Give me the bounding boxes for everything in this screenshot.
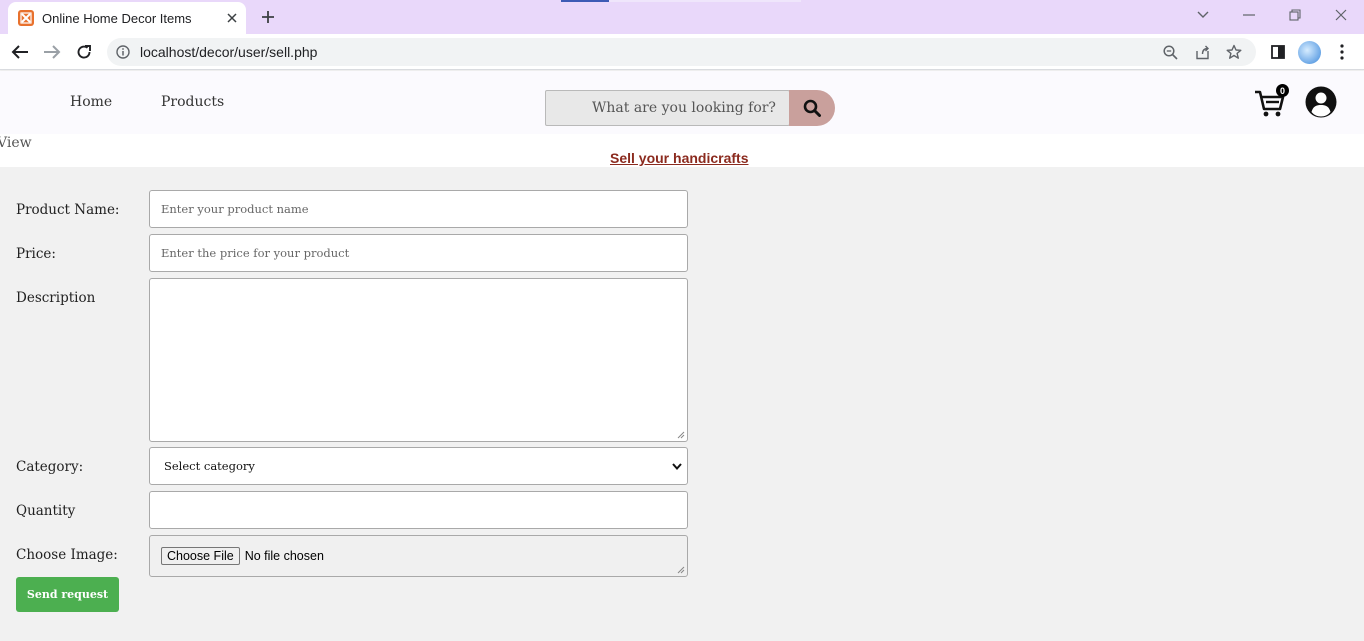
address-bar[interactable]: localhost/decor/user/sell.php — [107, 38, 1256, 66]
price-input[interactable]: Enter the price for your product — [149, 234, 688, 272]
search-input[interactable]: What are you looking for? — [545, 90, 790, 126]
new-tab-plus-icon[interactable] — [257, 6, 279, 28]
zoom-icon[interactable] — [1160, 42, 1180, 62]
close-tab-icon[interactable] — [224, 10, 240, 26]
tab-search-chevron-icon[interactable] — [1192, 4, 1214, 26]
browser-tab[interactable]: Online Home Decor Items — [8, 2, 246, 34]
tab-title: Online Home Decor Items — [42, 10, 192, 26]
product-name-label: Product Name: — [16, 202, 120, 218]
browser-toolbar: localhost/decor/user/sell.php — [0, 34, 1364, 70]
bookmark-star-icon[interactable] — [1224, 42, 1244, 62]
resize-grip-icon[interactable] — [677, 566, 685, 574]
search-button[interactable] — [789, 90, 835, 126]
profile-avatar-icon[interactable] — [1298, 41, 1321, 64]
share-icon[interactable] — [1192, 42, 1212, 62]
file-status-text: No file chosen — [244, 549, 324, 563]
site-navbar: Home Products What are you looking for? — [0, 71, 1364, 134]
image-file-input: Choose File No file chosen — [149, 535, 688, 577]
chevron-down-icon — [672, 463, 682, 471]
category-selected-value: Select category — [164, 459, 255, 473]
product-name-input[interactable]: Enter your product name — [149, 190, 688, 228]
category-label: Category: — [16, 459, 84, 475]
restore-icon[interactable] — [1284, 4, 1306, 26]
sell-handicrafts-link[interactable]: Sell your handicrafts — [610, 150, 748, 166]
resize-grip-icon[interactable] — [677, 431, 685, 439]
choose-image-label: Choose Image: — [16, 547, 118, 563]
browser-tab-strip: Online Home Decor Items — [0, 0, 1364, 34]
quantity-label: Quantity — [16, 503, 76, 519]
cart-count-badge: 0 — [1276, 84, 1289, 97]
category-select[interactable]: Select category — [149, 447, 688, 485]
xampp-favicon-icon — [18, 10, 34, 26]
send-request-button[interactable]: Send request — [16, 577, 119, 612]
price-label: Price: — [16, 246, 56, 262]
nav-link-products[interactable]: Products — [161, 94, 224, 110]
site-info-icon[interactable] — [115, 44, 131, 60]
tab-strip-accent — [561, 0, 609, 2]
forward-arrow-icon[interactable] — [40, 40, 64, 64]
reload-icon[interactable] — [72, 40, 96, 64]
search-icon — [803, 99, 821, 117]
side-panel-icon[interactable] — [1266, 40, 1290, 64]
user-account-icon[interactable] — [1305, 86, 1337, 118]
minimize-icon[interactable] — [1238, 4, 1260, 26]
tab-strip-accent-light — [609, 0, 801, 2]
description-label: Description — [16, 290, 96, 306]
url-text: localhost/decor/user/sell.php — [140, 44, 318, 60]
view-label: View — [0, 135, 32, 151]
description-textarea[interactable] — [149, 278, 688, 442]
nav-link-home[interactable]: Home — [70, 94, 112, 110]
choose-file-button[interactable]: Choose File — [161, 547, 240, 565]
quantity-input[interactable] — [149, 491, 688, 529]
back-arrow-icon[interactable] — [8, 40, 32, 64]
kebab-menu-icon[interactable] — [1330, 40, 1354, 64]
close-window-icon[interactable] — [1330, 4, 1352, 26]
